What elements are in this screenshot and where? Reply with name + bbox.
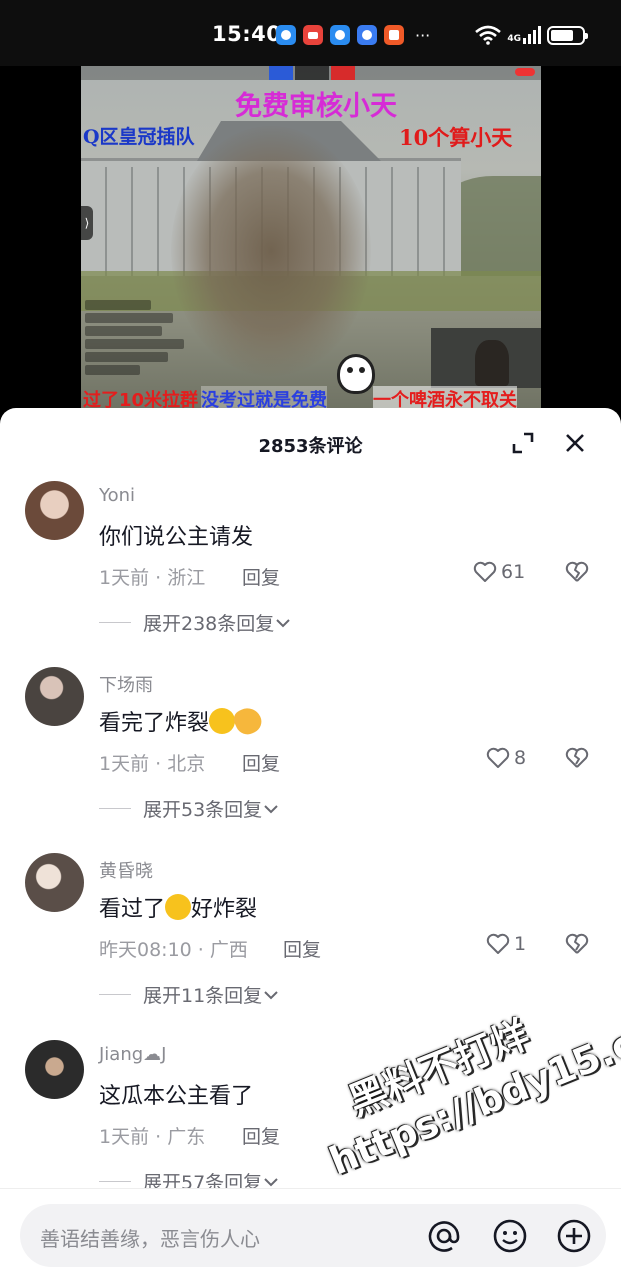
at-icon [428,1221,460,1252]
chat-app-icon [330,25,350,45]
like-count: 61 [501,561,526,583]
shield-app-icon [276,25,296,45]
heart-icon [473,561,497,582]
browser-app-icon [357,25,377,45]
wink-tongue-emoji [209,708,236,734]
game-chat-log [85,300,195,378]
avatar[interactable] [25,667,84,726]
heart-icon [486,933,510,954]
dislike-button[interactable] [565,561,589,587]
overlay-title: 免费审核小天 [235,91,397,122]
mail-app-icon [303,25,323,45]
comment-sheet: 2853条评论 Yoni 你们说公主请发 1天前 · 浙江 回复 61 展开23… [0,408,621,1280]
comment-username[interactable]: Jiang☁J [99,1044,166,1065]
avatar[interactable] [25,1040,84,1099]
add-button[interactable] [556,1218,592,1254]
smiley-icon [493,1219,527,1253]
expand-icon [512,432,534,454]
reply-button[interactable]: 回复 [283,935,321,962]
comment-input-placeholder: 善语结善缘，恶言伤人心 [40,1227,260,1251]
comment-item: 下场雨 看完了炸裂 1天前 · 北京 回复 8 展开53条回复 [0,667,621,853]
expand-replies-button[interactable]: 展开238条回复 [99,609,292,636]
comment-meta: 1天前 · 广东 [99,1126,206,1148]
comment-text: 这瓜本公主看了 [99,1084,254,1109]
streamer-camera [431,328,541,388]
emoji-button[interactable] [492,1218,528,1254]
game-hud [81,66,541,80]
network-type: 4G [507,34,521,44]
smoke [171,126,371,376]
expand-replies-button[interactable]: 展开11条回复 [99,981,280,1008]
comment-sheet-header: 2853条评论 [0,408,621,478]
comment-username[interactable]: 黄昏晓 [99,857,153,883]
store-app-icon [384,25,404,45]
comment-meta: 1天前 · 北京 [99,753,206,775]
reply-button[interactable]: 回复 [242,1122,280,1149]
close-icon [566,434,584,452]
comment-item: Yoni 你们说公主请发 1天前 · 浙江 回复 61 展开238条回复 [0,481,621,667]
expand-replies-button[interactable]: 展开53条回复 [99,795,280,822]
expand-fullscreen-button[interactable] [508,428,538,458]
overlay-right-text: 10个算小天 [399,125,513,150]
comment-input[interactable]: 善语结善缘，恶言伤人心 [20,1204,606,1267]
dislike-button[interactable] [565,747,589,773]
comment-text: 你们说公主请发 [99,525,254,550]
chevron-down-icon [264,990,278,999]
reply-button[interactable]: 回复 [242,563,280,590]
comment-text: 看完了炸裂 [99,703,266,739]
avatar[interactable] [25,853,84,912]
broken-heart-icon [565,561,589,582]
comment-meta: 1天前 · 浙江 [99,567,206,589]
thinking-emoji [165,894,192,920]
comment-text: 看过了 好炸裂 [99,891,257,923]
more-notifications-icon: ··· [415,25,431,45]
like-button[interactable]: 1 [486,933,526,955]
wifi-icon [475,25,502,45]
chevron-down-icon [264,804,278,813]
comment-username[interactable]: Yoni [99,485,135,506]
comment-username[interactable]: 下场雨 [99,671,153,697]
broken-heart-icon [565,747,589,768]
battery-icon [547,25,588,45]
status-right: 4G [475,25,588,45]
heart-icon [486,747,510,768]
video-frame[interactable]: 免费审核小天 Q区皇冠插队 10个算小天 过了10米拉群 没考过就是免费 一个啤… [81,66,541,411]
overlay-left-text: Q区皇冠插队 [83,126,195,148]
like-count: 8 [514,747,527,769]
hand-emoji [230,703,266,739]
like-count: 1 [514,933,527,955]
chevron-right-icon[interactable]: ⟩ [81,206,93,240]
status-time: 15:40 [212,22,282,46]
dislike-button[interactable] [565,933,589,959]
status-app-icons: ··· [276,25,430,45]
signal-icon: 4G [507,26,541,44]
close-button[interactable] [560,428,590,458]
like-button[interactable]: 8 [486,747,526,769]
video-area[interactable]: 免费审核小天 Q区皇冠插队 10个算小天 过了10米拉群 没考过就是免费 一个啤… [0,66,621,411]
chevron-down-icon [276,618,290,627]
plus-circle-icon [557,1219,591,1253]
reply-button[interactable]: 回复 [242,749,280,776]
like-button[interactable]: 61 [473,561,525,583]
comment-input-bar: 善语结善缘，恶言伤人心 [0,1188,621,1280]
comment-meta: 昨天08:10 · 广西 [99,939,248,961]
broken-heart-icon [565,933,589,954]
status-bar: 15:40 ··· 4G [0,0,621,66]
avatar[interactable] [25,481,84,540]
mention-button[interactable] [426,1218,462,1254]
